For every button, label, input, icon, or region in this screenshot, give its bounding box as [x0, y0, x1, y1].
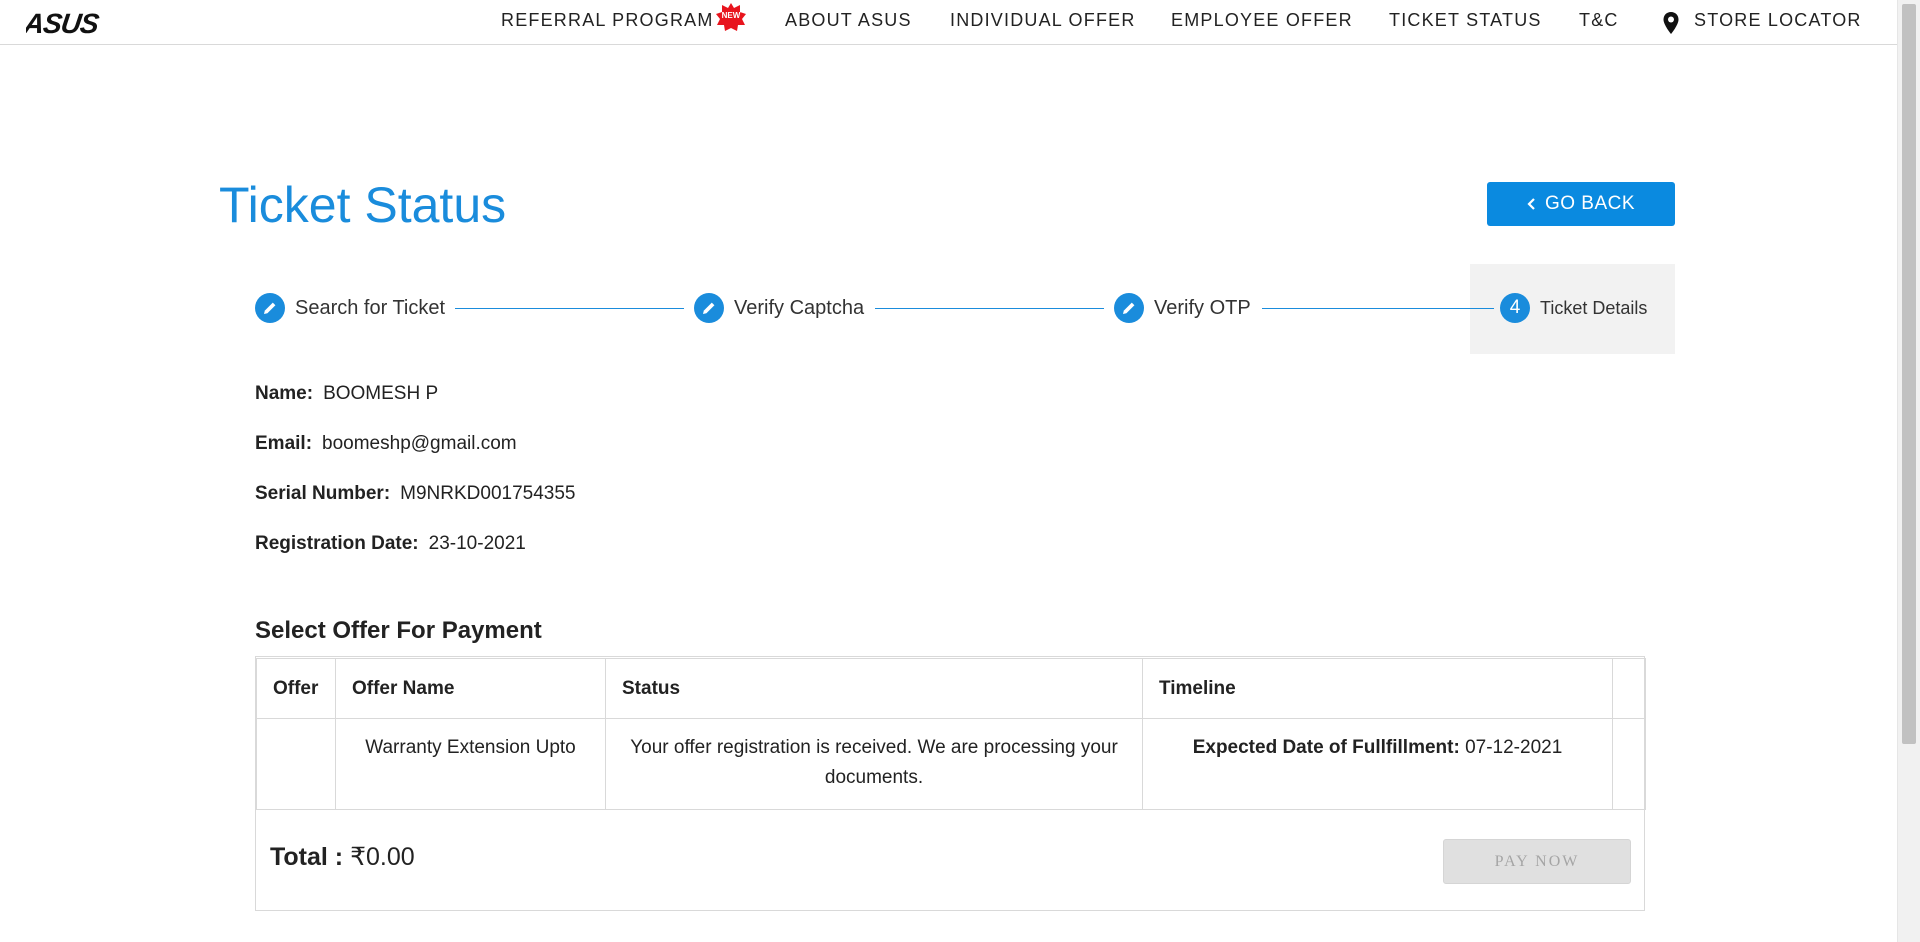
registration-date-label: Registration Date:	[255, 533, 419, 554]
top-navigation-bar: ASUS REFERRAL PROGRAM NEW ABOUT ASUS IND…	[0, 0, 1898, 45]
section-title: Select Offer For Payment	[255, 617, 542, 644]
step-verify-otp: Verify OTP	[1114, 291, 1251, 325]
nav-terms-and-conditions[interactable]: T&C	[1579, 10, 1619, 31]
step-search-for-ticket: Search for Ticket	[255, 291, 445, 325]
go-back-button[interactable]: GO BACK	[1487, 182, 1675, 226]
step-verify-captcha: Verify Captcha	[694, 291, 864, 325]
timeline-label: Expected Date of Fullfillment:	[1192, 737, 1460, 758]
chevron-left-icon	[1527, 198, 1535, 210]
step-label: Ticket Details	[1540, 297, 1648, 318]
step-connector	[455, 308, 684, 309]
nav-store-locator[interactable]: STORE LOCATOR	[1694, 10, 1862, 31]
column-header-timeline: Timeline	[1142, 658, 1613, 719]
total-value: ₹0.00	[350, 843, 415, 871]
svg-text:ASUS: ASUS	[26, 11, 101, 35]
new-badge-text: NEW	[721, 11, 741, 20]
pay-now-button[interactable]: PAY NOW	[1443, 839, 1631, 884]
step-label: Verify Captcha	[734, 296, 865, 319]
email-value: boomeshp@gmail.com	[322, 433, 517, 454]
asus-logo[interactable]: ASUS	[26, 11, 146, 35]
timeline-value: 07-12-2021	[1465, 737, 1563, 758]
step-ticket-details: 4 Ticket Details	[1500, 291, 1647, 325]
step-connector	[1262, 308, 1494, 309]
nav-ticket-status[interactable]: TICKET STATUS	[1389, 10, 1542, 31]
registration-date-value: 23-10-2021	[428, 533, 526, 554]
email-label: Email:	[255, 433, 313, 454]
step-label: Verify OTP	[1154, 296, 1251, 319]
offers-table: Offer Offer Name Status Timeline Warrant…	[256, 658, 1646, 810]
detail-name: Name: BOOMESH P	[255, 383, 438, 405]
column-header-offer-name: Offer Name	[335, 658, 606, 719]
detail-email: Email: boomeshp@gmail.com	[255, 433, 517, 455]
pencil-icon	[255, 293, 285, 323]
scrollbar-thumb[interactable]	[1902, 4, 1916, 744]
pencil-icon	[1114, 293, 1144, 323]
page-scrollbar[interactable]	[1897, 0, 1920, 942]
nav-referral-program[interactable]: REFERRAL PROGRAM	[501, 10, 714, 31]
column-header-status: Status	[605, 658, 1143, 719]
column-header-offer: Offer	[256, 658, 336, 719]
table-header-row: Offer Offer Name Status Timeline	[256, 658, 1646, 719]
new-badge: NEW	[716, 2, 746, 32]
name-label: Name:	[255, 383, 314, 404]
pencil-icon	[694, 293, 724, 323]
timeline-cell: Expected Date of Fullfillment: 07-12-202…	[1142, 718, 1613, 810]
step-connector	[875, 308, 1104, 309]
location-pin-icon	[1663, 12, 1679, 34]
serial-number-label: Serial Number:	[255, 483, 391, 504]
nav-individual-offer[interactable]: INDIVIDUAL OFFER	[950, 10, 1136, 31]
column-header-extra	[1612, 658, 1646, 719]
nav-employee-offer[interactable]: EMPLOYEE OFFER	[1171, 10, 1353, 31]
step-label: Search for Ticket	[295, 296, 446, 319]
page-title: Ticket Status	[219, 177, 507, 233]
serial-number-value: M9NRKD001754355	[400, 483, 576, 504]
offer-cell[interactable]	[256, 718, 336, 810]
name-value: BOOMESH P	[323, 383, 439, 404]
status-cell: Your offer registration is received. We …	[605, 718, 1143, 810]
offer-name-cell: Warranty Extension Upto	[335, 718, 606, 810]
extra-cell	[1612, 718, 1646, 810]
table-row: Warranty Extension Upto Your offer regis…	[256, 718, 1646, 810]
total: Total : ₹0.00	[270, 842, 415, 872]
total-label: Total :	[270, 843, 344, 871]
step-number: 4	[1500, 293, 1530, 323]
detail-registration-date: Registration Date: 23-10-2021	[255, 533, 526, 555]
go-back-label: GO BACK	[1544, 193, 1636, 214]
detail-serial-number: Serial Number: M9NRKD001754355	[255, 483, 576, 505]
nav-about-asus[interactable]: ABOUT ASUS	[785, 10, 912, 31]
